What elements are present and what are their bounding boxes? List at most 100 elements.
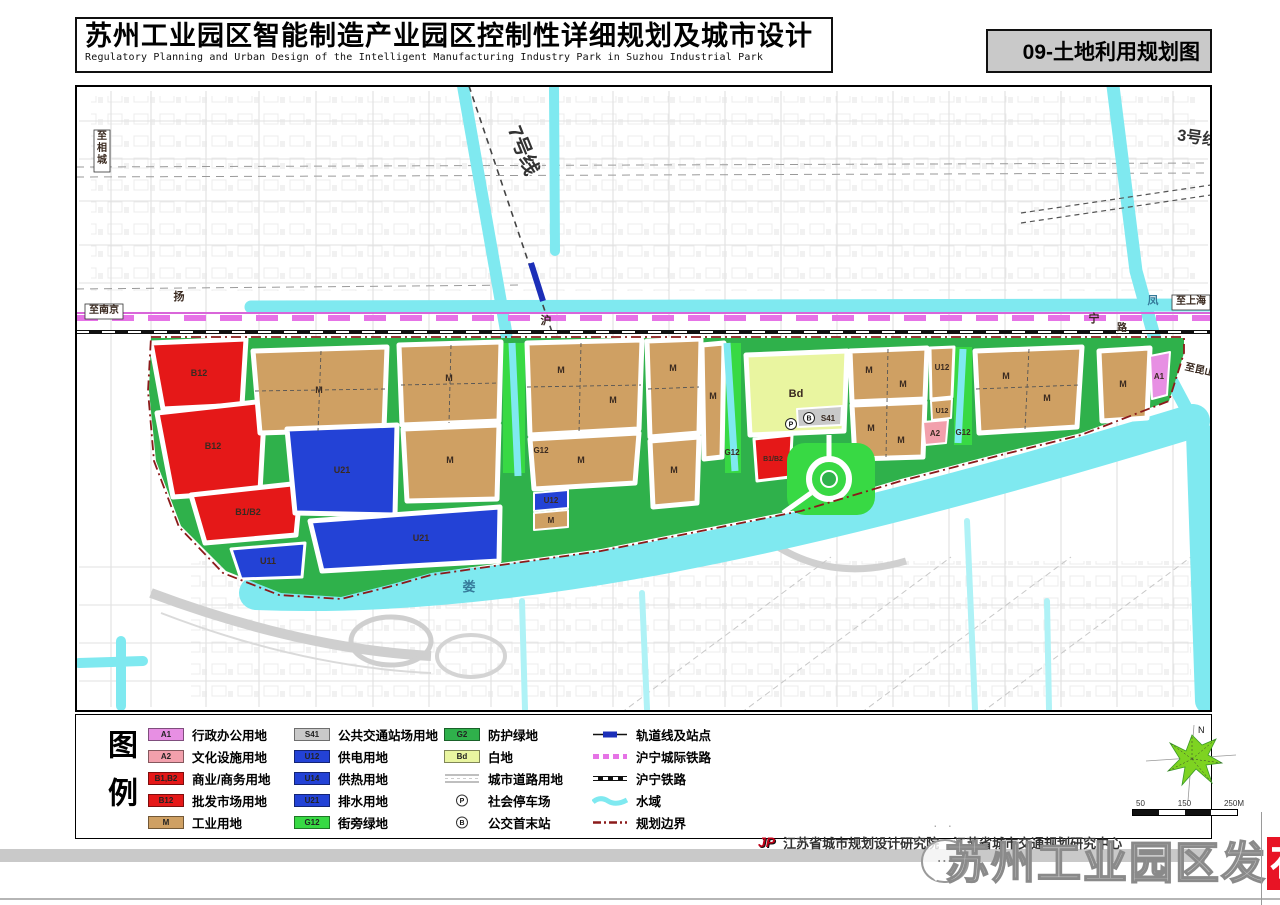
map-label: M	[897, 435, 905, 445]
legend-column-2: S41公共交通站场用地U12供电用地U14供热用地U21排水用地G12街旁绿地	[294, 727, 438, 830]
legend-sym-b: B	[444, 816, 480, 829]
map-label: Bd	[789, 388, 804, 400]
map-label: 至上海	[1176, 294, 1206, 307]
scale-tick: 150	[1178, 799, 1191, 808]
legend-sym-boundary	[592, 816, 628, 829]
legend-label: 轨道线及站点	[636, 725, 711, 744]
legend-item: A1 行政办公用地	[148, 727, 270, 742]
compass-rose: N	[1116, 723, 1246, 803]
map-label: B1/B2	[235, 507, 261, 517]
legend-label: 社会停车场	[488, 791, 551, 810]
legend-sym-intercity	[592, 750, 628, 763]
legend-column-3: G2 防护绿地 Bd 白地城市道路用地 P 社会停车场 B公交首末站	[444, 727, 563, 830]
legend-item: 规划边界	[592, 815, 711, 830]
org-name-1: 江苏省城市规划设计研究院	[783, 833, 939, 852]
map-label: M	[548, 516, 555, 525]
legend-item: B1,B2商业/商务用地	[148, 771, 270, 786]
map-label: S41	[821, 414, 836, 423]
legend-item: S41公共交通站场用地	[294, 727, 438, 742]
legend-item: A2 文化设施用地	[148, 749, 270, 764]
legend-label: 白地	[488, 747, 513, 766]
legend-chip-B12: B12	[148, 794, 184, 807]
legend-item: G2 防护绿地	[444, 727, 563, 742]
legend-item: G12 街旁绿地	[294, 815, 438, 830]
legend-label: 文化设施用地	[192, 747, 267, 766]
svg-text:P: P	[460, 798, 465, 805]
svg-text:B: B	[459, 820, 464, 827]
parcel-M	[647, 339, 701, 437]
legend-sym-railway	[592, 772, 628, 785]
map-label: 至南京	[89, 303, 119, 316]
sheet-number: 09-土地利用规划图	[1023, 36, 1200, 66]
legend-item: 沪宁城际铁路	[592, 749, 711, 764]
scale-tick-labels: 50150250M	[1124, 799, 1244, 808]
legend-chip-A1: A1	[148, 728, 184, 741]
map-label: U21	[413, 533, 430, 543]
compass-north-label: N	[1198, 725, 1205, 735]
legend-label: 城市道路用地	[488, 769, 563, 788]
legend-item: B公交首末站	[444, 815, 563, 830]
page-subtitle-en: Regulatory Planning and Urban Design of …	[85, 52, 823, 63]
map-label: 娄	[462, 579, 475, 594]
legend: 图例 A1 行政办公用地 A2 文化设施用地 B1,B2商业/商务用地 B12 批发市场用地…	[75, 714, 1212, 839]
legend-item: U14供热用地	[294, 771, 438, 786]
scale-bar-segments	[1132, 809, 1238, 816]
parcel-M	[527, 340, 642, 435]
legend-label: 规划边界	[636, 813, 686, 832]
map-label: M	[557, 365, 565, 375]
map-label: U12	[544, 496, 559, 505]
scale-tick: 50	[1136, 799, 1145, 808]
parcel-m	[850, 348, 927, 402]
legend-chip-B1,B2: B1,B2	[148, 772, 184, 785]
legend-chip-A2: A2	[148, 750, 184, 763]
map-label: M	[1002, 371, 1010, 381]
map-label: 沪	[541, 313, 552, 327]
map-label: M	[1119, 379, 1127, 389]
legend-chip-G12: G12	[294, 816, 330, 829]
map-label: M	[577, 455, 585, 465]
legend-item: Bd 白地	[444, 749, 563, 764]
station-icon-letter: P	[789, 422, 794, 429]
page-right-edge	[1261, 812, 1262, 905]
legend-item: 水域	[592, 793, 711, 808]
legend-label: 防护绿地	[488, 725, 538, 744]
legend-label: 行政办公用地	[192, 725, 267, 744]
legend-chip-U21: U21	[294, 794, 330, 807]
station-icon-letter: B	[806, 416, 811, 423]
legend-item: B12 批发市场用地	[148, 793, 270, 808]
legend-label: 水域	[636, 791, 661, 810]
parcel-M	[702, 343, 724, 459]
sheet-number-box: 09-土地利用规划图	[986, 29, 1212, 73]
legend-label: 沪宁城际铁路	[636, 747, 711, 766]
map-label: M	[446, 455, 454, 465]
land-use-map-canvas: PB B12B12B1/B2U11MU21U21MMMMMMU12MMBdB1/…	[76, 86, 1211, 711]
map-label: G12	[724, 448, 740, 457]
legend-label: 街旁绿地	[338, 813, 388, 832]
map-label: M	[315, 385, 323, 395]
legend-chip-U12: U12	[294, 750, 330, 763]
legend-title: 图例	[102, 729, 136, 825]
page-title: 苏州工业园区智能制造产业园区控制性详细规划及城市设计	[85, 21, 823, 51]
map-label: U12	[935, 363, 950, 372]
legend-label: 供电用地	[338, 747, 388, 766]
map-label: M	[670, 465, 678, 475]
map-label: U21	[334, 465, 351, 475]
map-label: 宁	[1089, 311, 1100, 325]
legend-label: 批发市场用地	[192, 791, 267, 810]
legend-chip-U14: U14	[294, 772, 330, 785]
map-label: 至昆山	[1184, 360, 1211, 379]
map-label: 路	[1117, 321, 1128, 334]
map-label: 至相城	[97, 130, 107, 166]
map-label: G12	[955, 428, 971, 437]
parcel-U21	[310, 507, 500, 571]
jp-logo-icon: JP	[758, 834, 775, 850]
legend-chip-G2: G2	[444, 728, 480, 741]
legend-chip-Bd: Bd	[444, 750, 480, 763]
map-label: 凤	[1148, 294, 1159, 307]
map-label: M	[709, 391, 717, 401]
map-label: B12	[191, 368, 208, 378]
legend-label: 公共交通站场用地	[338, 725, 438, 744]
map-label: M	[1043, 393, 1051, 403]
map-label: A2	[930, 429, 941, 438]
legend-sym-road	[444, 772, 480, 785]
